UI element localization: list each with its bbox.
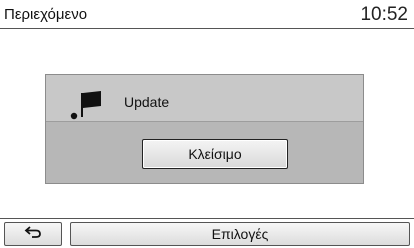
dialog-label: Update <box>124 94 170 110</box>
page-title: Περιεχόμενο <box>4 6 88 23</box>
clock: 10:52 <box>360 4 408 25</box>
close-button[interactable]: Κλείσιμο <box>142 139 288 169</box>
back-arrow-icon <box>23 225 43 244</box>
flag-icon <box>68 88 104 122</box>
dialog-message-row: Update <box>46 75 363 122</box>
bottom-bar: Επιλογές <box>0 218 414 248</box>
top-bar: Περιεχόμενο 10:52 <box>0 0 414 32</box>
update-dialog: Update Κλείσιμο <box>45 74 364 184</box>
back-button[interactable] <box>4 222 62 246</box>
footer-divider <box>0 218 414 219</box>
options-button[interactable]: Επιλογές <box>70 222 410 246</box>
header-divider <box>0 28 414 29</box>
